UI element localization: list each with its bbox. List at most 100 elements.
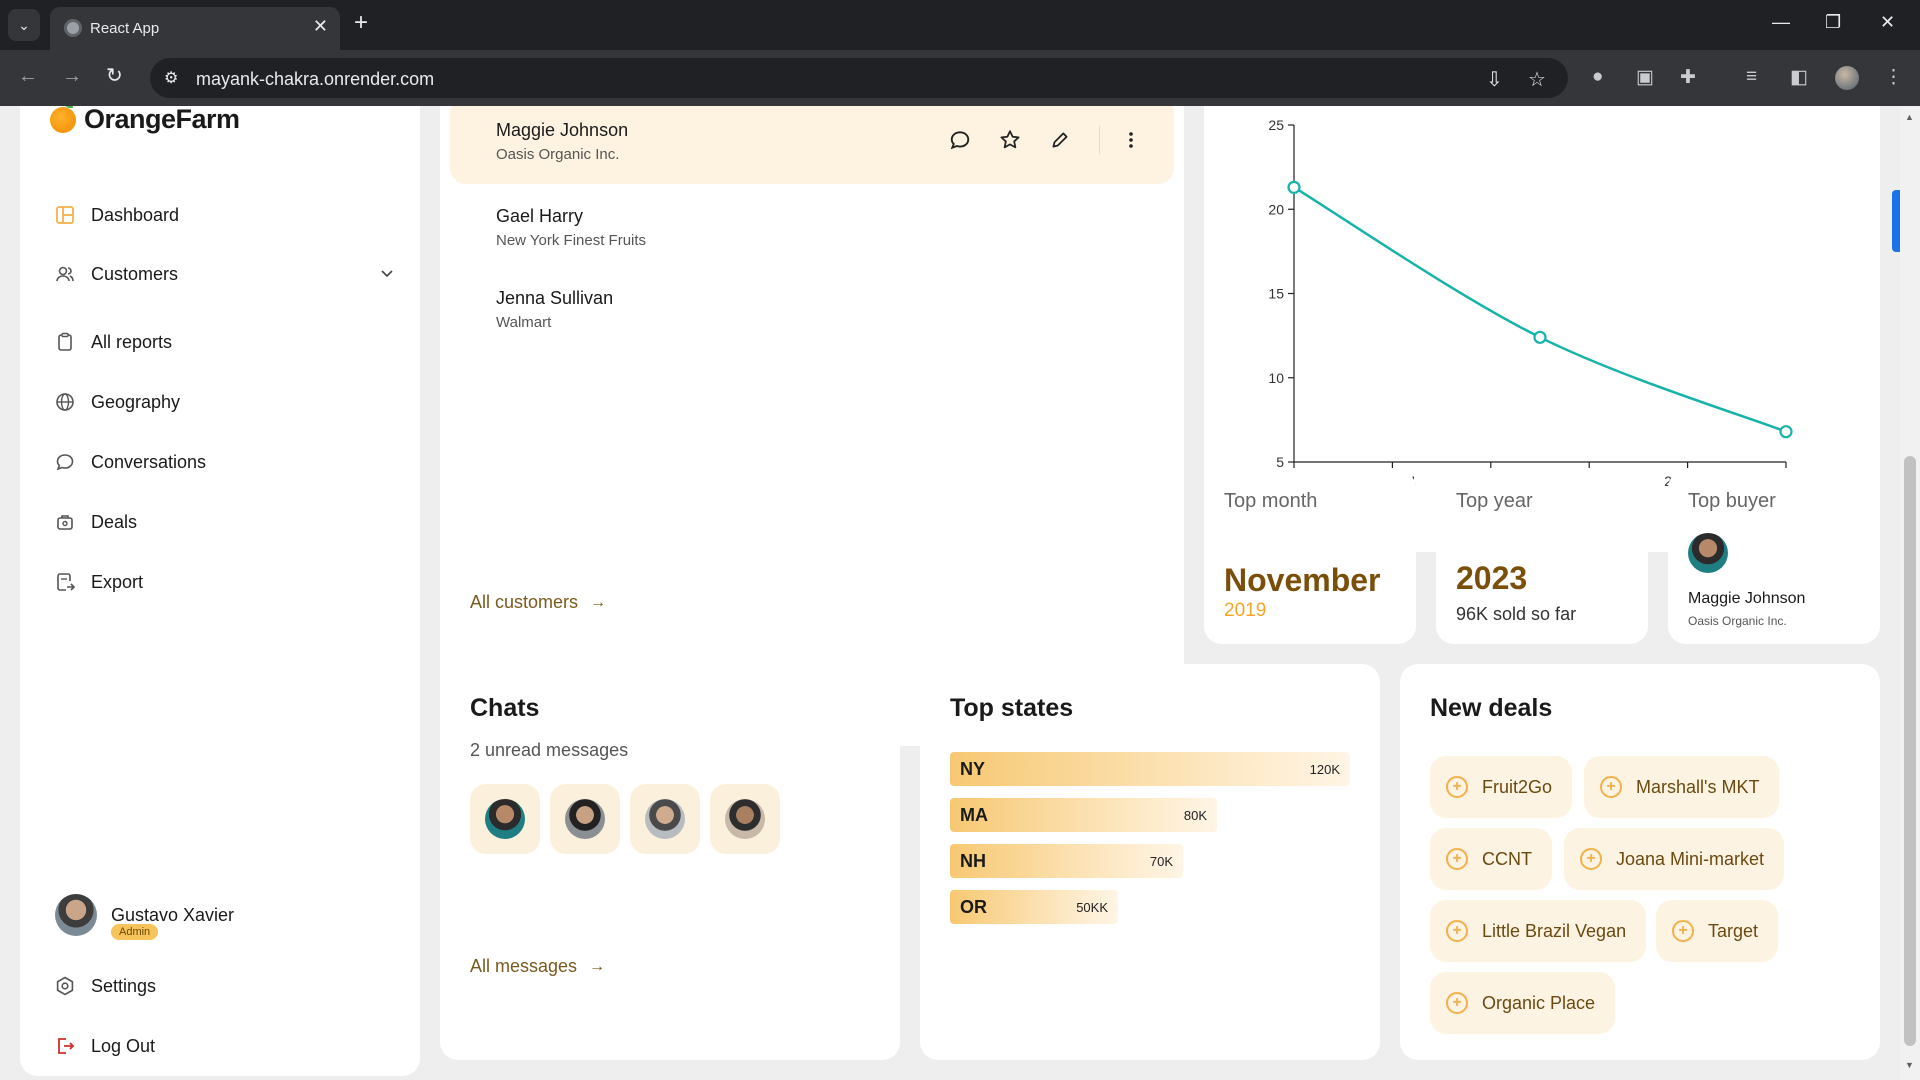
- logout-link[interactable]: Log Out: [55, 1031, 395, 1061]
- restore-icon[interactable]: ❐: [1825, 12, 1841, 33]
- chat-avatar[interactable]: [710, 784, 780, 854]
- all-customers-label: All customers: [470, 592, 579, 612]
- chat-avatar[interactable]: [470, 784, 540, 854]
- reload-icon[interactable]: ↻: [106, 66, 123, 86]
- avatar: [645, 799, 685, 839]
- globe-icon: [56, 393, 74, 411]
- sidebar-item-label: Conversations: [91, 451, 207, 472]
- chevron-down-icon[interactable]: [379, 265, 395, 281]
- avatar: [565, 799, 605, 839]
- sidebar-item-export[interactable]: Export: [55, 567, 395, 597]
- sidebar-item-geography[interactable]: Geography: [55, 387, 395, 417]
- install-icon[interactable]: ⇩: [1486, 67, 1503, 92]
- tab-search-button[interactable]: ⌄: [8, 9, 40, 41]
- customer-name: Jenna Sullivan: [496, 288, 614, 308]
- sidebar-item-customers[interactable]: Customers: [55, 259, 395, 289]
- deal-chip[interactable]: + Fruit2Go: [1430, 756, 1573, 818]
- logout-label: Log Out: [91, 1035, 156, 1056]
- extension-icon[interactable]: ●: [1592, 66, 1603, 88]
- sidebar-item-label: Customers: [91, 263, 179, 284]
- url-text[interactable]: mayank-chakra.onrender.com: [196, 69, 434, 90]
- sidebar-item-conversations[interactable]: Conversations: [55, 447, 395, 477]
- bookmark-star-icon[interactable]: ☆: [1528, 67, 1546, 92]
- customer-name: Maggie Johnson: [496, 120, 629, 140]
- state-code: MA: [960, 805, 988, 825]
- close-window-icon[interactable]: ✕: [1880, 12, 1895, 33]
- close-icon[interactable]: ✕: [313, 16, 328, 37]
- scrollbar-thumb[interactable]: [1904, 456, 1916, 1046]
- customer-row[interactable]: Jenna Sullivan Walmart: [450, 268, 1174, 356]
- customers-card: Maggie Johnson Oasis Organic Inc. Gael H…: [440, 106, 1184, 746]
- tab-title: React App: [90, 20, 160, 37]
- state-value: 120K: [1309, 762, 1340, 777]
- logout-icon: [58, 1038, 75, 1054]
- chat-avatar[interactable]: [550, 784, 620, 854]
- page-viewport: OrangeFarm Dashboard Customers All repor…: [0, 106, 1900, 1080]
- omnibox[interactable]: ⚙ mayank-chakra.onrender.com ⇩ ☆: [150, 58, 1568, 98]
- puzzle-icon[interactable]: ✚: [1680, 66, 1696, 89]
- scroll-up-icon[interactable]: ▲: [1905, 112, 1914, 122]
- more-vertical-icon[interactable]: [1128, 130, 1134, 150]
- all-messages-link[interactable]: All messages →: [470, 956, 605, 977]
- avatar: [725, 799, 765, 839]
- settings-link[interactable]: Settings: [55, 971, 395, 1001]
- sidebar: OrangeFarm Dashboard Customers All repor…: [20, 106, 420, 1076]
- sidebar-item-label: All reports: [91, 331, 173, 352]
- top-states-card: Top states NY 120K MA 80K NH 70K OR 50KK: [920, 664, 1380, 1060]
- top-states-title: Top states: [950, 694, 1074, 722]
- deal-chip[interactable]: + Little Brazil Vegan: [1430, 900, 1647, 962]
- y-tick-label: 25: [1268, 117, 1284, 133]
- extension-icon[interactable]: ▣: [1636, 66, 1654, 89]
- site-info-icon[interactable]: ⚙: [164, 68, 178, 88]
- deal-chip[interactable]: + Target: [1656, 900, 1779, 962]
- edit-icon[interactable]: [1049, 129, 1071, 151]
- all-customers-link[interactable]: All customers →: [470, 592, 606, 613]
- minimize-icon[interactable]: —: [1772, 12, 1790, 33]
- scroll-down-icon[interactable]: ▼: [1905, 1060, 1914, 1070]
- deal-label: CCNT: [1482, 848, 1532, 869]
- side-panel-icon[interactable]: ◧: [1790, 66, 1808, 89]
- profile-avatar[interactable]: [1835, 66, 1859, 90]
- browser-tab[interactable]: React App ✕: [50, 7, 340, 50]
- new-tab-button[interactable]: +: [354, 11, 368, 35]
- row-actions: [949, 126, 1134, 154]
- sidebar-item-dashboard[interactable]: Dashboard: [55, 200, 395, 230]
- state-bar: MA 80K: [950, 798, 1217, 832]
- deal-label: Joana Mini-market: [1616, 848, 1765, 869]
- page-scrollbar[interactable]: ▲ ▼: [1900, 106, 1920, 1080]
- user-profile[interactable]: Gustavo Xavier Admin: [55, 894, 234, 940]
- chat-icon: [56, 454, 74, 471]
- divider: [1099, 126, 1100, 154]
- media-icon[interactable]: ≡: [1746, 66, 1757, 88]
- customer-row[interactable]: Gael Harry New York Finest Fruits: [450, 186, 1174, 274]
- stat-title: Top year: [1456, 490, 1533, 512]
- export-icon: [57, 573, 75, 591]
- deal-chip[interactable]: + CCNT: [1430, 828, 1552, 890]
- message-icon[interactable]: [949, 129, 971, 151]
- plus-circle-icon: +: [1446, 992, 1468, 1014]
- orange-icon: [50, 106, 76, 133]
- y-tick-label: 20: [1268, 201, 1284, 217]
- back-icon[interactable]: ←: [18, 66, 38, 86]
- role-badge: Admin: [111, 924, 159, 940]
- menu-icon[interactable]: ⋮: [1884, 66, 1903, 89]
- sidebar-item-label: Geography: [91, 391, 181, 412]
- forward-icon[interactable]: →: [62, 66, 82, 86]
- address-bar: ← → ↻ ⚙ mayank-chakra.onrender.com ⇩ ☆ ●…: [0, 50, 1920, 106]
- customer-row[interactable]: Maggie Johnson Oasis Organic Inc.: [450, 106, 1174, 184]
- stat-title: Top month: [1224, 490, 1318, 512]
- deal-chip[interactable]: + Organic Place: [1430, 972, 1616, 1034]
- deal-label: Fruit2Go: [1482, 776, 1553, 797]
- plus-circle-icon: +: [1446, 776, 1468, 798]
- arrow-right-icon: →: [589, 957, 606, 975]
- state-code: OR: [960, 897, 987, 917]
- plus-circle-icon: +: [1672, 920, 1694, 942]
- gear-icon: [56, 976, 74, 996]
- deal-chip[interactable]: + Joana Mini-market: [1564, 828, 1785, 890]
- star-icon[interactable]: [999, 129, 1021, 151]
- chat-avatar[interactable]: [630, 784, 700, 854]
- sidebar-item-deals[interactable]: Deals: [55, 507, 395, 537]
- brand-logo[interactable]: OrangeFarm: [50, 106, 240, 135]
- deal-chip[interactable]: + Marshall's MKT: [1584, 756, 1780, 818]
- sidebar-item-all-reports[interactable]: All reports: [55, 327, 395, 357]
